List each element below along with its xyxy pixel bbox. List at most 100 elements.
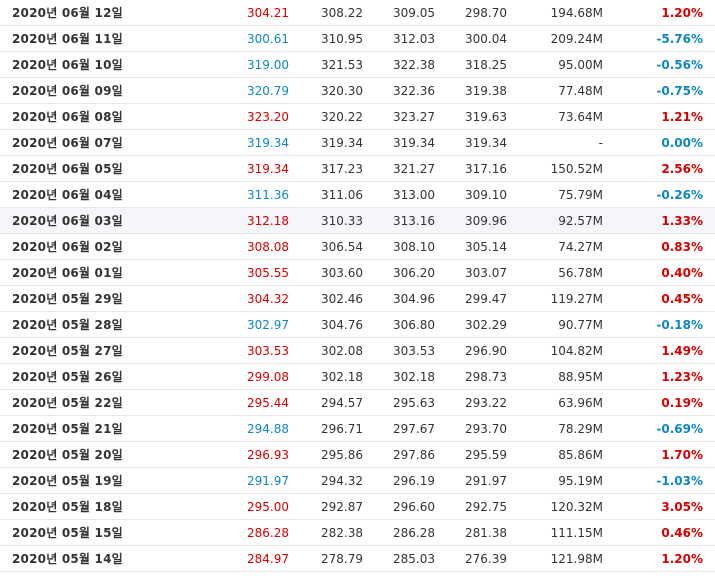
volume-cell: 85.86M bbox=[507, 441, 603, 468]
close-price-cell: 312.18 bbox=[152, 207, 290, 234]
date-cell: 2020년 06월 11일 bbox=[0, 25, 152, 52]
high-price-cell: 313.00 bbox=[363, 181, 435, 208]
table-row[interactable]: 2020년 06월 08일 323.20 320.22 323.27 319.63 73.… bbox=[0, 103, 715, 130]
close-price-cell: 295.44 bbox=[152, 389, 290, 416]
table-row[interactable]: 2020년 06월 11일 300.61 310.95 312.03 300.04 209… bbox=[0, 25, 715, 52]
date-cell: 2020년 05월 18일 bbox=[0, 493, 152, 520]
open-price-cell: 294.32 bbox=[290, 467, 363, 494]
low-price-cell: 276.39 bbox=[435, 545, 507, 572]
volume-cell: - bbox=[507, 129, 603, 156]
volume-cell: 120.32M bbox=[507, 493, 603, 520]
close-price-cell: 284.97 bbox=[152, 545, 290, 572]
open-price-cell: 306.54 bbox=[290, 233, 363, 260]
change-percent-cell: -0.56% bbox=[603, 51, 715, 78]
change-percent-cell: 0.40% bbox=[603, 259, 715, 286]
low-price-cell: 296.90 bbox=[435, 337, 507, 364]
volume-cell: 88.95M bbox=[507, 363, 603, 390]
close-price-cell: 299.08 bbox=[152, 363, 290, 390]
change-percent-cell: -1.03% bbox=[603, 467, 715, 494]
date-cell: 2020년 05월 27일 bbox=[0, 337, 152, 364]
low-price-cell: 293.70 bbox=[435, 415, 507, 442]
change-percent-cell: 1.20% bbox=[603, 0, 715, 26]
volume-cell: 209.24M bbox=[507, 25, 603, 52]
table-row[interactable]: 2020년 05월 18일 295.00 292.87 296.60 292.75 120… bbox=[0, 493, 715, 520]
table-row[interactable]: 2020년 06월 07일 319.34 319.34 319.34 319.34-0.… bbox=[0, 129, 715, 156]
volume-cell: 92.57M bbox=[507, 207, 603, 234]
low-price-cell: 299.47 bbox=[435, 285, 507, 312]
volume-cell: 95.00M bbox=[507, 51, 603, 78]
high-price-cell: 304.96 bbox=[363, 285, 435, 312]
close-price-cell: 320.79 bbox=[152, 77, 290, 104]
open-price-cell: 321.53 bbox=[290, 51, 363, 78]
table-row[interactable]: 2020년 05월 28일 302.97 304.76 306.80 302.29 90.… bbox=[0, 311, 715, 338]
table-row[interactable]: 2020년 06월 04일 311.36 311.06 313.00 309.10 75.… bbox=[0, 181, 715, 208]
high-price-cell: 285.03 bbox=[363, 545, 435, 572]
high-price-cell: 313.16 bbox=[363, 207, 435, 234]
low-price-cell: 319.63 bbox=[435, 103, 507, 130]
table-row[interactable]: 2020년 06월 01일 305.55 303.60 306.20 303.07 56.… bbox=[0, 259, 715, 286]
close-price-cell: 286.28 bbox=[152, 519, 290, 546]
table-row[interactable]: 2020년 05월 14일 284.97 278.79 285.03 276.39 121… bbox=[0, 545, 715, 572]
volume-cell: 119.27M bbox=[507, 285, 603, 312]
change-percent-cell: 1.21% bbox=[603, 103, 715, 130]
volume-cell: 56.78M bbox=[507, 259, 603, 286]
change-percent-cell: 0.00% bbox=[603, 129, 715, 156]
table-row[interactable]: 2020년 05월 22일 295.44 294.57 295.63 293.22 63.… bbox=[0, 389, 715, 416]
low-price-cell: 291.97 bbox=[435, 467, 507, 494]
table-row[interactable]: 2020년 05월 26일 299.08 302.18 302.18 298.73 88.… bbox=[0, 363, 715, 390]
volume-cell: 121.98M bbox=[507, 545, 603, 572]
volume-cell: 75.79M bbox=[507, 181, 603, 208]
low-price-cell: 317.16 bbox=[435, 155, 507, 182]
table-row[interactable]: 2020년 06월 12일 304.21 308.22 309.05 298.70 194… bbox=[0, 0, 715, 26]
low-price-cell: 319.34 bbox=[435, 129, 507, 156]
change-percent-cell: -5.76% bbox=[603, 25, 715, 52]
high-price-cell: 296.19 bbox=[363, 467, 435, 494]
change-percent-cell: 3.05% bbox=[603, 493, 715, 520]
date-cell: 2020년 06월 04일 bbox=[0, 181, 152, 208]
open-price-cell: 304.76 bbox=[290, 311, 363, 338]
table-row[interactable]: 2020년 05월 21일 294.88 296.71 297.67 293.70 78.… bbox=[0, 415, 715, 442]
table-row[interactable]: 2020년 05월 29일 304.32 302.46 304.96 299.47 119… bbox=[0, 285, 715, 312]
high-price-cell: 306.20 bbox=[363, 259, 435, 286]
change-percent-cell: 1.70% bbox=[603, 441, 715, 468]
table-row[interactable]: 2020년 05월 20일 296.93 295.86 297.86 295.59 85.… bbox=[0, 441, 715, 468]
volume-cell: 111.15M bbox=[507, 519, 603, 546]
date-cell: 2020년 06월 02일 bbox=[0, 233, 152, 260]
date-cell: 2020년 06월 01일 bbox=[0, 259, 152, 286]
change-percent-cell: 1.33% bbox=[603, 207, 715, 234]
open-price-cell: 320.22 bbox=[290, 103, 363, 130]
table-row[interactable]: 2020년 06월 03일 312.18 310.33 313.16 309.96 92.… bbox=[0, 207, 715, 234]
date-cell: 2020년 06월 07일 bbox=[0, 129, 152, 156]
close-price-cell: 323.20 bbox=[152, 103, 290, 130]
high-price-cell: 303.53 bbox=[363, 337, 435, 364]
high-price-cell: 297.67 bbox=[363, 415, 435, 442]
table-row[interactable]: 2020년 06월 02일 308.08 306.54 308.10 305.14 74.… bbox=[0, 233, 715, 260]
volume-cell: 63.96M bbox=[507, 389, 603, 416]
high-price-cell: 312.03 bbox=[363, 25, 435, 52]
low-price-cell: 318.25 bbox=[435, 51, 507, 78]
date-cell: 2020년 05월 22일 bbox=[0, 389, 152, 416]
low-price-cell: 309.96 bbox=[435, 207, 507, 234]
low-price-cell: 298.70 bbox=[435, 0, 507, 26]
table-row[interactable]: 2020년 05월 19일 291.97 294.32 296.19 291.97 95.… bbox=[0, 467, 715, 494]
date-cell: 2020년 05월 20일 bbox=[0, 441, 152, 468]
close-price-cell: 291.97 bbox=[152, 467, 290, 494]
change-percent-cell: 0.46% bbox=[603, 519, 715, 546]
table-row[interactable]: 2020년 06월 10일 319.00 321.53 322.38 318.25 95.… bbox=[0, 51, 715, 78]
high-price-cell: 302.18 bbox=[363, 363, 435, 390]
change-percent-cell: 0.83% bbox=[603, 233, 715, 260]
table-row[interactable]: 2020년 05월 15일 286.28 282.38 286.28 281.38 111… bbox=[0, 519, 715, 546]
volume-cell: 95.19M bbox=[507, 467, 603, 494]
close-price-cell: 308.08 bbox=[152, 233, 290, 260]
high-price-cell: 322.36 bbox=[363, 77, 435, 104]
close-price-cell: 319.34 bbox=[152, 129, 290, 156]
table-row[interactable]: 2020년 06월 05일 319.34 317.23 321.27 317.16 150… bbox=[0, 155, 715, 182]
close-price-cell: 302.97 bbox=[152, 311, 290, 338]
change-percent-cell: 2.56% bbox=[603, 155, 715, 182]
open-price-cell: 278.79 bbox=[290, 545, 363, 572]
date-cell: 2020년 05월 29일 bbox=[0, 285, 152, 312]
close-price-cell: 304.21 bbox=[152, 0, 290, 26]
table-row[interactable]: 2020년 06월 09일 320.79 320.30 322.36 319.38 77.… bbox=[0, 77, 715, 104]
open-price-cell: 302.46 bbox=[290, 285, 363, 312]
table-row[interactable]: 2020년 05월 27일 303.53 302.08 303.53 296.90 104… bbox=[0, 337, 715, 364]
